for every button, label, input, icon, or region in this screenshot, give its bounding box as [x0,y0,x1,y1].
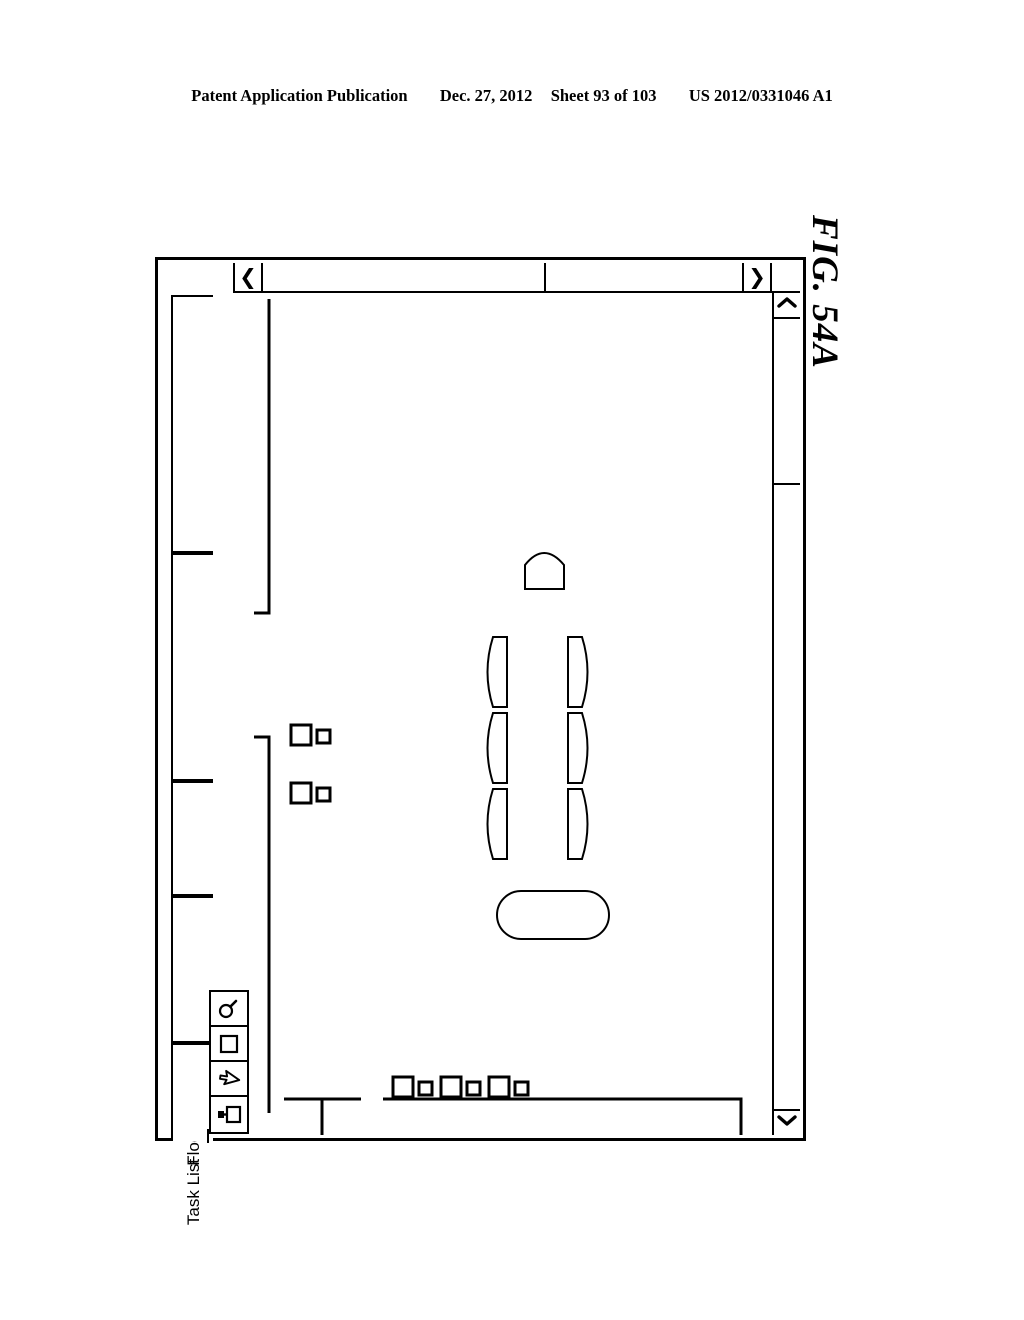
floor-layout-canvas[interactable] [251,293,772,1135]
equipment-marker-small [315,786,332,803]
publication-date: Dec. 27, 2012 [439,86,533,105]
equipment-marker-small [417,1080,434,1097]
sheet-number: Sheet 93 of 103 [550,86,657,105]
tab-strip: Configuration Assignment Download Assign… [161,263,213,1225]
equipment-marker-small [465,1080,482,1097]
chevron-right-icon: ❯ [748,264,766,289]
scrollbar-trough[interactable] [546,263,742,291]
plug-icon [216,1104,242,1126]
chair [567,636,589,708]
tab-floor-layout[interactable]: Floor Layout [171,896,213,1166]
scrollbar-track[interactable] [774,319,800,1109]
pointer-icon [217,1067,241,1091]
horizontal-scrollbar[interactable]: ❮ ❯ [233,263,800,293]
rounded-table [496,890,610,940]
equipment-marker-small [513,1080,530,1097]
drawing-toolbar [209,990,249,1134]
chair [486,788,508,860]
tab-download-assignment[interactable]: Download Assignment [171,553,213,981]
application-window: Configuration Assignment Download Assign… [155,257,806,1225]
wall-lower-left [254,735,271,1113]
scrollbar-trough[interactable] [774,485,800,1109]
scrollbar-corner [772,263,800,291]
rectangle-tool-button[interactable] [211,1027,247,1062]
patent-number: US 2012/0331046 A1 [688,86,833,105]
wall-partition-t [284,1097,361,1135]
equipment-marker [289,781,313,805]
magnifier-icon [217,997,241,1021]
figure-label: FIG. 54A [804,215,845,369]
scroll-back-button[interactable]: ❮ [233,263,263,291]
square-icon [218,1033,240,1055]
equipment-marker [487,1075,511,1099]
chair [486,636,508,708]
chair [486,712,508,784]
chevron-up-icon [777,296,797,314]
publication-label: Patent Application Publication [191,86,408,105]
scrollbar-thumb[interactable] [263,263,546,291]
scrollbar-track[interactable] [263,263,742,291]
chevron-down-icon [777,1114,797,1132]
equipment-marker [391,1075,415,1099]
scrollbar-thumb[interactable] [774,319,800,485]
equipment-marker [289,723,313,747]
tab-schedule[interactable]: Schedule [171,781,213,991]
chair [567,712,589,784]
arc-table [524,552,565,590]
pointer-tool-button[interactable] [211,1062,247,1097]
wall-bottom [383,1097,743,1135]
equipment-marker-small [315,728,332,745]
connector-tool-button[interactable] [211,1097,247,1132]
scroll-up-button[interactable] [774,293,800,319]
chevron-left-icon: ❮ [239,264,257,289]
patent-header: Patent Application Publication Dec. 27, … [0,86,1024,106]
tab-configuration-assignment[interactable]: Configuration Assignment [171,295,213,781]
tab-task-list[interactable]: Task List [171,1043,213,1225]
floor-plan-drawing [254,299,743,1135]
zoom-tool-button[interactable] [211,992,247,1027]
equipment-marker [439,1075,463,1099]
chair [567,788,589,860]
tab-task-list-label: Task List [184,1158,203,1226]
wall-upper-left [254,299,271,615]
scroll-forward-button[interactable]: ❯ [742,263,772,291]
vertical-scrollbar[interactable] [772,293,800,1135]
scroll-down-button[interactable] [774,1109,800,1135]
